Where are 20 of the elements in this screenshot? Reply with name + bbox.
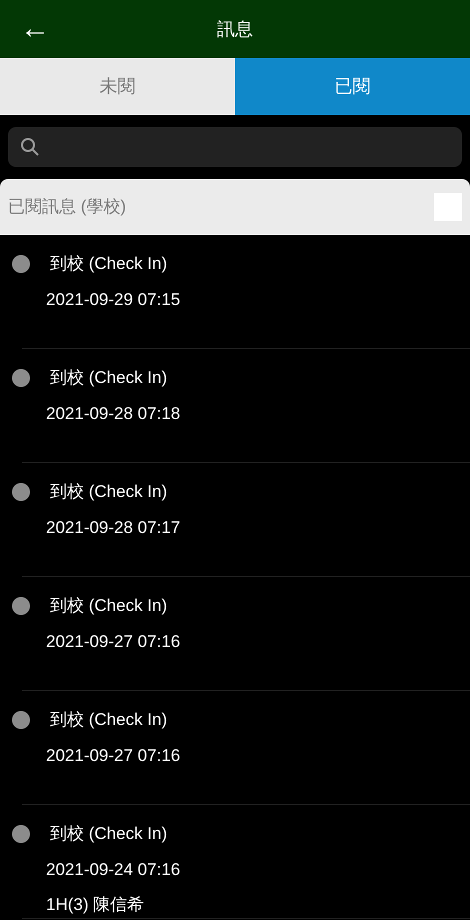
message-title: 到校 (Check In) (50, 367, 168, 389)
search-field[interactable] (8, 127, 462, 167)
message-time: 2021-09-29 07:15 (46, 288, 182, 310)
page-title: 訊息 (217, 18, 253, 40)
tab[interactable]: 未閱 (0, 58, 235, 115)
message-time: 2021-09-24 07:16 (46, 858, 182, 880)
message-title: 到校 (Check In) (50, 823, 168, 845)
message-title: 到校 (Check In) (50, 709, 168, 731)
search-icon (20, 137, 40, 157)
message-title: 到校 (Check In) (50, 253, 168, 275)
tab[interactable]: 已閱 (235, 58, 470, 115)
student-name: 1H(3) 陳信希 (46, 894, 146, 916)
message-time: 2021-09-27 07:16 (46, 744, 182, 766)
section-title: 已閱訊息 (學校) (8, 196, 126, 218)
message-title: 到校 (Check In) (50, 595, 168, 617)
back-button[interactable]: ← (20, 14, 60, 44)
message-title: 到校 (Check In) (50, 481, 168, 503)
message-time: 2021-09-28 07:18 (46, 402, 182, 424)
message-time: 2021-09-28 07:17 (46, 516, 182, 538)
message-time: 2021-09-27 07:16 (46, 630, 182, 652)
